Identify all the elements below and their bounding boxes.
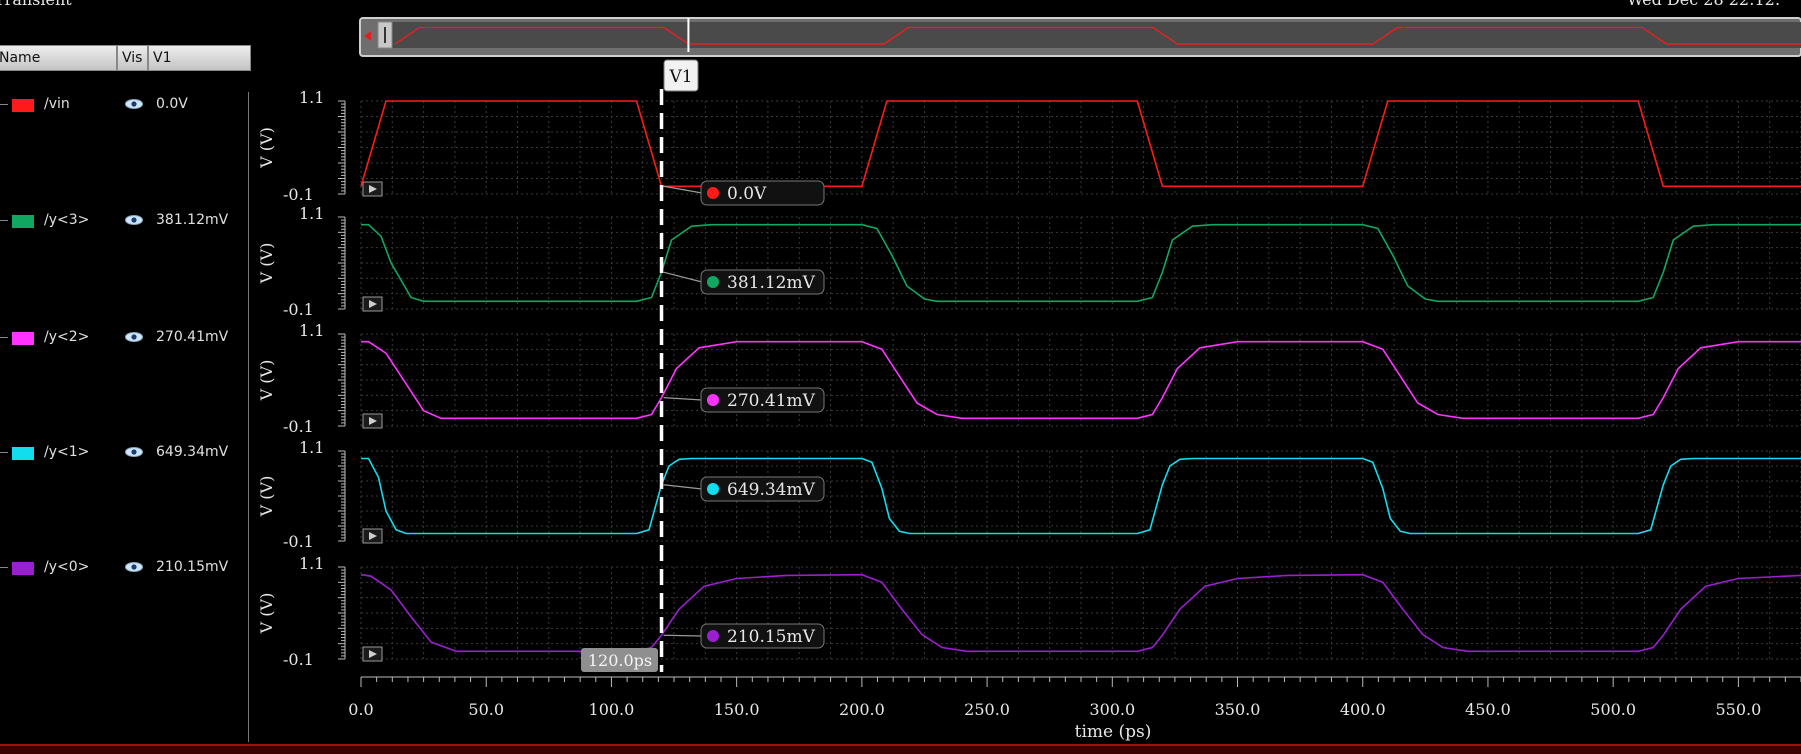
- readout-leader: [663, 484, 703, 490]
- marker-readout: 270.41mV: [663, 387, 825, 413]
- waveform-strip: 1.1 -0.1 V (V): [257, 554, 1801, 669]
- y-tick-label-top: 1.1: [299, 321, 324, 340]
- waveform-strip: 1.1 -0.1 V (V): [257, 88, 1801, 204]
- vertical-marker[interactable]: V1 120.0ps 0.0V 381.12mV 270.41mV 649.34mV 210…: [581, 59, 825, 672]
- y-tick-label-bottom: -0.1: [283, 650, 314, 669]
- y-tick-label-bottom: -0.1: [283, 300, 314, 319]
- y-tick-label-top: 1.1: [299, 204, 324, 223]
- y-axis-label: V (V): [257, 476, 276, 518]
- waveform-plot[interactable]: 1.1-0.1V (V)1.1-0.1V (V)1.1-0.1V (V)1.1-…: [0, 0, 1801, 744]
- marker-readout: 210.15mV: [663, 623, 825, 649]
- y-tick-label-bottom: -0.1: [283, 532, 314, 551]
- x-tick-label: 100.0: [589, 700, 635, 719]
- navigator-handle-grip: [384, 27, 386, 43]
- x-tick-label: 250.0: [964, 700, 1010, 719]
- readout-value: 649.34mV: [727, 480, 816, 500]
- marker-time-label: 120.0ps: [588, 651, 652, 670]
- status-bar: [0, 744, 1801, 754]
- x-tick-label: 50.0: [468, 700, 504, 719]
- trace-vin: [360, 100, 1801, 188]
- waveform-strip: 1.1 -0.1 V (V): [257, 204, 1801, 319]
- readout-leader: [663, 397, 703, 401]
- x-tick-label: 300.0: [1089, 700, 1135, 719]
- x-tick-label: 150.0: [714, 700, 760, 719]
- y-axis-label: V (V): [257, 127, 276, 169]
- y-tick-label-bottom: -0.1: [283, 417, 314, 436]
- readout-value: 381.12mV: [727, 273, 816, 293]
- readout-dot: [707, 276, 719, 288]
- readout-value: 0.0V: [727, 184, 767, 204]
- x-axis: 0.0 50.0 100.0 150.0 200.0 250.0 300.0 350.0 400…: [348, 676, 1801, 742]
- marker-label: V1: [668, 67, 692, 87]
- x-tick-label: 200.0: [839, 700, 885, 719]
- y-tick-label-top: 1.1: [299, 438, 324, 457]
- readout-value: 270.41mV: [727, 391, 816, 411]
- y-tick-label-bottom: -0.1: [283, 185, 314, 204]
- waveform-strips: 1.1-0.1V (V)1.1-0.1V (V)1.1-0.1V (V)1.1-…: [257, 88, 1801, 669]
- readout-dot: [707, 394, 719, 406]
- x-tick-label: 500.0: [1590, 700, 1636, 719]
- x-tick-label: 400.0: [1340, 700, 1386, 719]
- x-tick-label: 350.0: [1215, 700, 1261, 719]
- x-axis-label: time (ps): [1075, 722, 1152, 742]
- x-tick-label: 0.0: [348, 700, 373, 719]
- x-tick-label: 550.0: [1715, 700, 1761, 719]
- readout-leader: [663, 271, 703, 283]
- navigator-window[interactable]: [392, 22, 1801, 48]
- y-tick-label-top: 1.1: [299, 88, 324, 107]
- readout-value: 210.15mV: [727, 627, 816, 647]
- readout-dot: [707, 187, 719, 199]
- readout-leader: [663, 634, 703, 637]
- readout-dot: [707, 483, 719, 495]
- readout-leader: [663, 185, 703, 194]
- overview-navigator[interactable]: [359, 17, 1801, 57]
- marker-readout: 381.12mV: [663, 269, 825, 295]
- x-tick-label: 450.0: [1465, 700, 1511, 719]
- y-tick-label-top: 1.1: [299, 554, 324, 573]
- waveform-strip: 1.1 -0.1 V (V): [257, 321, 1801, 436]
- y-axis-label: V (V): [257, 593, 276, 635]
- marker-readout: 0.0V: [663, 180, 825, 206]
- y-axis-label: V (V): [257, 360, 276, 402]
- readout-dot: [707, 630, 719, 642]
- y-axis-label: V (V): [257, 243, 276, 285]
- waveform-strip: 1.1 -0.1 V (V): [257, 438, 1801, 551]
